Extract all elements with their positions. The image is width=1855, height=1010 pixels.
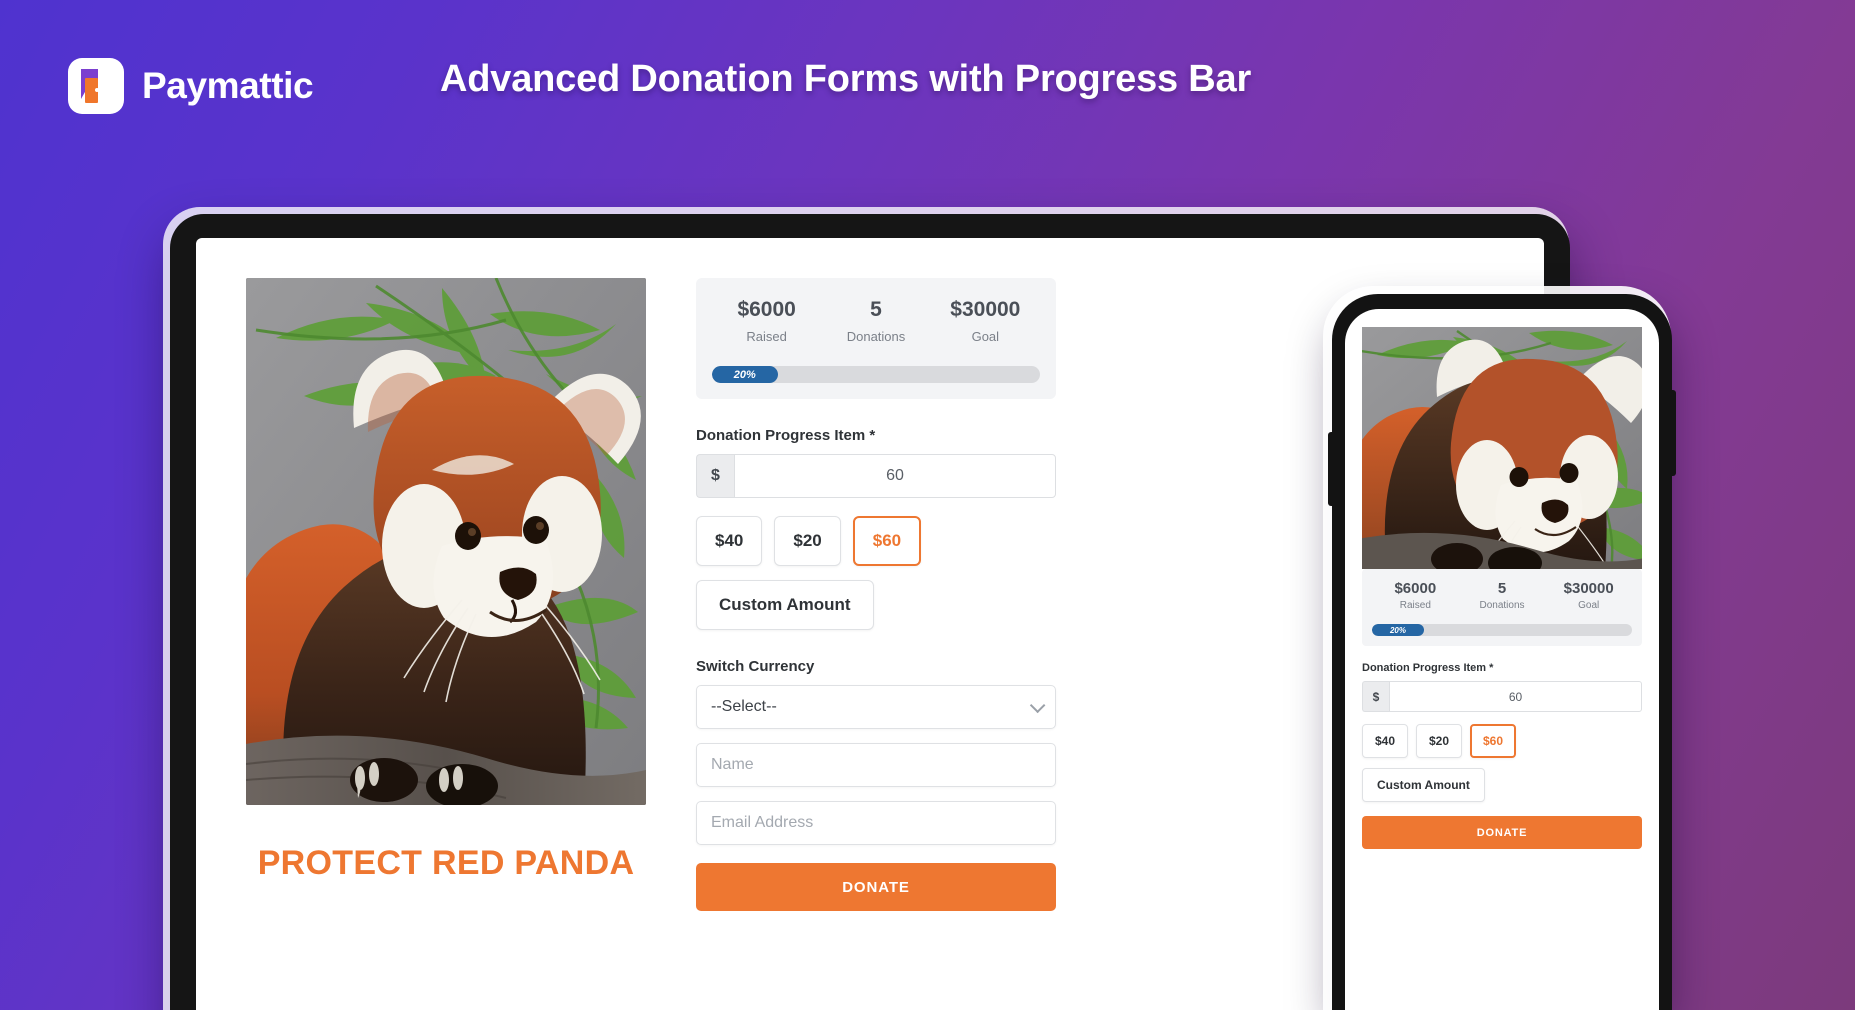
progress-bar-mobile: 20% xyxy=(1372,624,1632,636)
currency-select-value: --Select-- xyxy=(711,698,777,716)
stat-donations-mobile: 5 Donations xyxy=(1459,580,1546,611)
chevron-down-icon xyxy=(1029,697,1046,714)
stat-donations-label-mobile: Donations xyxy=(1479,600,1525,611)
stat-donations-value-mobile: 5 xyxy=(1497,580,1507,597)
stat-goal-label-mobile: Goal xyxy=(1578,600,1600,611)
volume-button[interactable] xyxy=(1328,432,1333,506)
currency-prefix-icon: $ xyxy=(696,454,734,499)
stat-donations: 5 Donations xyxy=(821,296,930,344)
promo-banner: Paymattic Advanced Donation Forms with P… xyxy=(0,0,1855,1010)
preset-amount-group-mobile: $40 $20 $60 xyxy=(1362,724,1642,758)
power-button[interactable] xyxy=(1671,390,1676,476)
donation-form: $6000 Raised 5 Donations $30000 Goal 20%… xyxy=(696,278,1056,1010)
progress-stats-card: $6000 Raised 5 Donations $30000 Goal 20% xyxy=(696,278,1056,400)
preset-amount-60-button[interactable]: $60 xyxy=(852,516,922,567)
amount-field-label-mobile: Donation Progress Item * xyxy=(1362,662,1494,674)
progress-stats-card-mobile: $6000 Raised 5 Donations $30000 Goal 20% xyxy=(1362,569,1642,646)
amount-input-mobile[interactable] xyxy=(1389,681,1642,712)
amount-input[interactable] xyxy=(734,454,1056,499)
stat-raised-value-mobile: $6000 xyxy=(1394,580,1437,597)
phone-screen: $6000 Raised 5 Donations $30000 Goal 20% xyxy=(1345,309,1659,1010)
brand-name: Paymattic xyxy=(142,65,314,106)
stat-raised-value: $6000 xyxy=(737,298,796,321)
custom-amount-button[interactable]: Custom Amount xyxy=(696,580,874,631)
stat-raised: $6000 Raised xyxy=(712,296,821,344)
progress-bar-fill: 20% xyxy=(712,366,778,384)
stat-goal: $30000 Goal xyxy=(931,296,1040,344)
progress-bar: 20% xyxy=(712,366,1040,384)
amount-input-group-mobile: $ xyxy=(1362,681,1642,712)
page-title: Advanced Donation Forms with Progress Ba… xyxy=(440,58,1252,100)
paymattic-logo-icon xyxy=(68,58,124,114)
stat-goal-label: Goal xyxy=(971,329,1000,345)
progress-percent-label: 20% xyxy=(733,368,756,381)
preset-amount-20-button-mobile[interactable]: $20 xyxy=(1416,724,1462,758)
custom-amount-button-mobile[interactable]: Custom Amount xyxy=(1362,768,1485,802)
red-panda-image-mobile xyxy=(1362,327,1642,569)
stat-raised-mobile: $6000 Raised xyxy=(1372,580,1459,611)
preset-amount-40-button[interactable]: $40 xyxy=(696,516,763,567)
stat-donations-label: Donations xyxy=(846,329,906,345)
stat-raised-label-mobile: Raised xyxy=(1399,600,1431,611)
hero-column: PROTECT RED PANDA xyxy=(246,278,646,1010)
stat-goal-value-mobile: $30000 xyxy=(1563,580,1614,597)
brand-lockup: Paymattic xyxy=(68,58,314,114)
stat-raised-label: Raised xyxy=(746,329,787,345)
preset-amount-40-button-mobile[interactable]: $40 xyxy=(1362,724,1408,758)
progress-percent-label-mobile: 20% xyxy=(1389,625,1406,635)
preset-amount-group: $40 $20 $60 xyxy=(696,516,1056,567)
hero-title: PROTECT RED PANDA xyxy=(257,844,635,882)
donate-button[interactable]: DONATE xyxy=(696,863,1056,912)
progress-bar-fill-mobile: 20% xyxy=(1372,624,1424,636)
red-panda-image xyxy=(246,278,646,805)
phone-device-frame: $6000 Raised 5 Donations $30000 Goal 20% xyxy=(1328,294,1676,1010)
preset-amount-60-button-mobile[interactable]: $60 xyxy=(1470,724,1517,758)
amount-field-label: Donation Progress Item * xyxy=(696,427,876,445)
preset-amount-20-button[interactable]: $20 xyxy=(774,516,841,567)
name-input[interactable] xyxy=(696,743,1056,788)
stat-donations-value: 5 xyxy=(870,298,882,321)
stat-goal-mobile: $30000 Goal xyxy=(1545,580,1632,611)
email-input[interactable] xyxy=(696,801,1056,846)
stat-goal-value: $30000 xyxy=(950,298,1021,321)
amount-input-group: $ xyxy=(696,454,1056,499)
currency-select[interactable]: --Select-- xyxy=(696,685,1056,730)
currency-prefix-icon-mobile: $ xyxy=(1362,681,1389,712)
page-header: Paymattic Advanced Donation Forms with P… xyxy=(0,0,1855,160)
currency-select-label: Switch Currency xyxy=(696,658,815,676)
donate-button-mobile[interactable]: DONATE xyxy=(1362,816,1642,849)
